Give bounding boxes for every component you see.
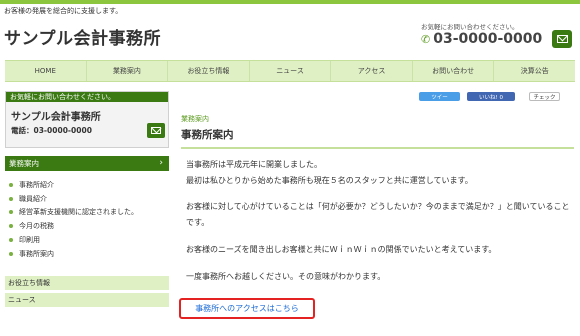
mail-icon: [151, 127, 161, 134]
body-text-founding: 当事務所は平成元年に開業しました。: [186, 160, 322, 169]
body-text-approach: お客様に対して心がけていることは「何が必要か？どうしたいか？今のままで満足か？」…: [186, 202, 570, 227]
sidebar-item-monthly-tax[interactable]: 今月の税務: [9, 219, 169, 233]
header-phone[interactable]: ✆ 03-0000-0000: [421, 31, 542, 47]
sidebar-menu-list: 事務所紹介 職員紹介 経営革新支援機関に認定されました。 今月の税務 印刷用 事…: [9, 178, 169, 261]
sidebar-contact-box: お気軽にお問い合わせください。 サンプル会計事務所 電話：03-0000-000…: [5, 91, 169, 148]
like-label: いいね! 0: [479, 94, 503, 101]
phone-icon: ✆: [421, 32, 431, 46]
sidebar-menu-heading-label: 業務案内: [9, 159, 39, 168]
access-link-highlight: 事務所へのアクセスはこちら: [179, 298, 315, 319]
access-link[interactable]: 事務所へのアクセスはこちら: [195, 303, 299, 314]
sidebar-menu-heading[interactable]: 業務案内 ›: [5, 156, 169, 171]
sidebar-phone[interactable]: 電話：03-0000-0000: [11, 125, 92, 136]
bullet-icon: [9, 224, 13, 229]
sidebar-item-office-intro[interactable]: 事務所紹介: [9, 178, 169, 192]
nav-financial-notice[interactable]: 決算公告: [494, 61, 575, 81]
main-nav: HOME 業務案内 お役立ち情報 ニュース アクセス お問い合わせ 決算公告: [5, 60, 575, 82]
bullet-icon: [9, 238, 13, 243]
bullet-icon: [9, 251, 13, 256]
sidebar-contact-heading: お気軽にお問い合わせください。: [6, 92, 168, 102]
bullet-icon: [9, 210, 13, 215]
facebook-like-button[interactable]: いいね! 0: [467, 92, 515, 101]
site-tagline: お客様の発展を総合的に支援します。: [4, 7, 123, 15]
breadcrumb[interactable]: 業務案内: [181, 114, 209, 124]
body-text-visit: 一度事務所へお越しください。その意味がわかります。: [186, 272, 386, 281]
site-title[interactable]: サンプル会計事務所: [4, 24, 161, 49]
sidebar-item-label: 経営革新支援機関に認定されました。: [19, 208, 138, 217]
body-text-staff: 最初は私ひとりから始めた事務所も現在５名のスタッフと共に運営しています。: [186, 176, 473, 185]
sidebar-item-certification[interactable]: 経営革新支援機関に認定されました。: [9, 206, 169, 220]
body-text-winwin: お客様のニーズを聞き出しお客様と共にＷｉｎＷｉｎの関係でいたいと考えています。: [186, 245, 497, 254]
nav-access[interactable]: アクセス: [331, 61, 413, 81]
sidebar-item-label: 印刷用: [19, 236, 40, 245]
sidebar-office-name: サンプル会計事務所: [11, 112, 101, 123]
header-contact-label: お気軽にお問い合わせください。: [421, 23, 519, 31]
page-title: 事務所案内: [181, 127, 574, 149]
sidebar-mail-button[interactable]: [147, 123, 165, 138]
sidebar-link-news[interactable]: ニュース: [5, 293, 169, 308]
nav-news[interactable]: ニュース: [250, 61, 332, 81]
bullet-icon: [9, 182, 13, 187]
sidebar-item-label: 職員紹介: [19, 194, 47, 203]
sidebar-item-staff[interactable]: 職員紹介: [9, 192, 169, 206]
bullet-icon: [9, 196, 13, 201]
chevron-right-icon: ›: [159, 158, 163, 168]
top-accent-bar: [0, 0, 580, 4]
sidebar-item-label: 事務所案内: [19, 249, 54, 258]
header-phone-number: 03-0000-0000: [433, 31, 543, 47]
sidebar-item-office-guide[interactable]: 事務所案内: [9, 247, 169, 261]
sidebar-item-print[interactable]: 印刷用: [9, 233, 169, 247]
nav-services[interactable]: 業務案内: [87, 61, 169, 81]
sidebar-item-label: 今月の税務: [19, 222, 54, 231]
nav-useful-info[interactable]: お役立ち情報: [168, 61, 250, 81]
sidebar-link-useful-info[interactable]: お役立ち情報: [5, 276, 169, 291]
nav-home[interactable]: HOME: [5, 61, 87, 81]
tweet-button[interactable]: ツイー: [419, 92, 460, 101]
hatena-label: チェック: [533, 94, 556, 101]
nav-contact[interactable]: お問い合わせ: [413, 61, 495, 81]
tweet-label: ツイー: [431, 94, 448, 101]
sidebar-item-label: 事務所紹介: [19, 180, 54, 189]
hatena-bookmark-button[interactable]: チェック: [529, 92, 560, 101]
mail-icon: [556, 35, 568, 43]
header-mail-button[interactable]: [552, 30, 572, 48]
